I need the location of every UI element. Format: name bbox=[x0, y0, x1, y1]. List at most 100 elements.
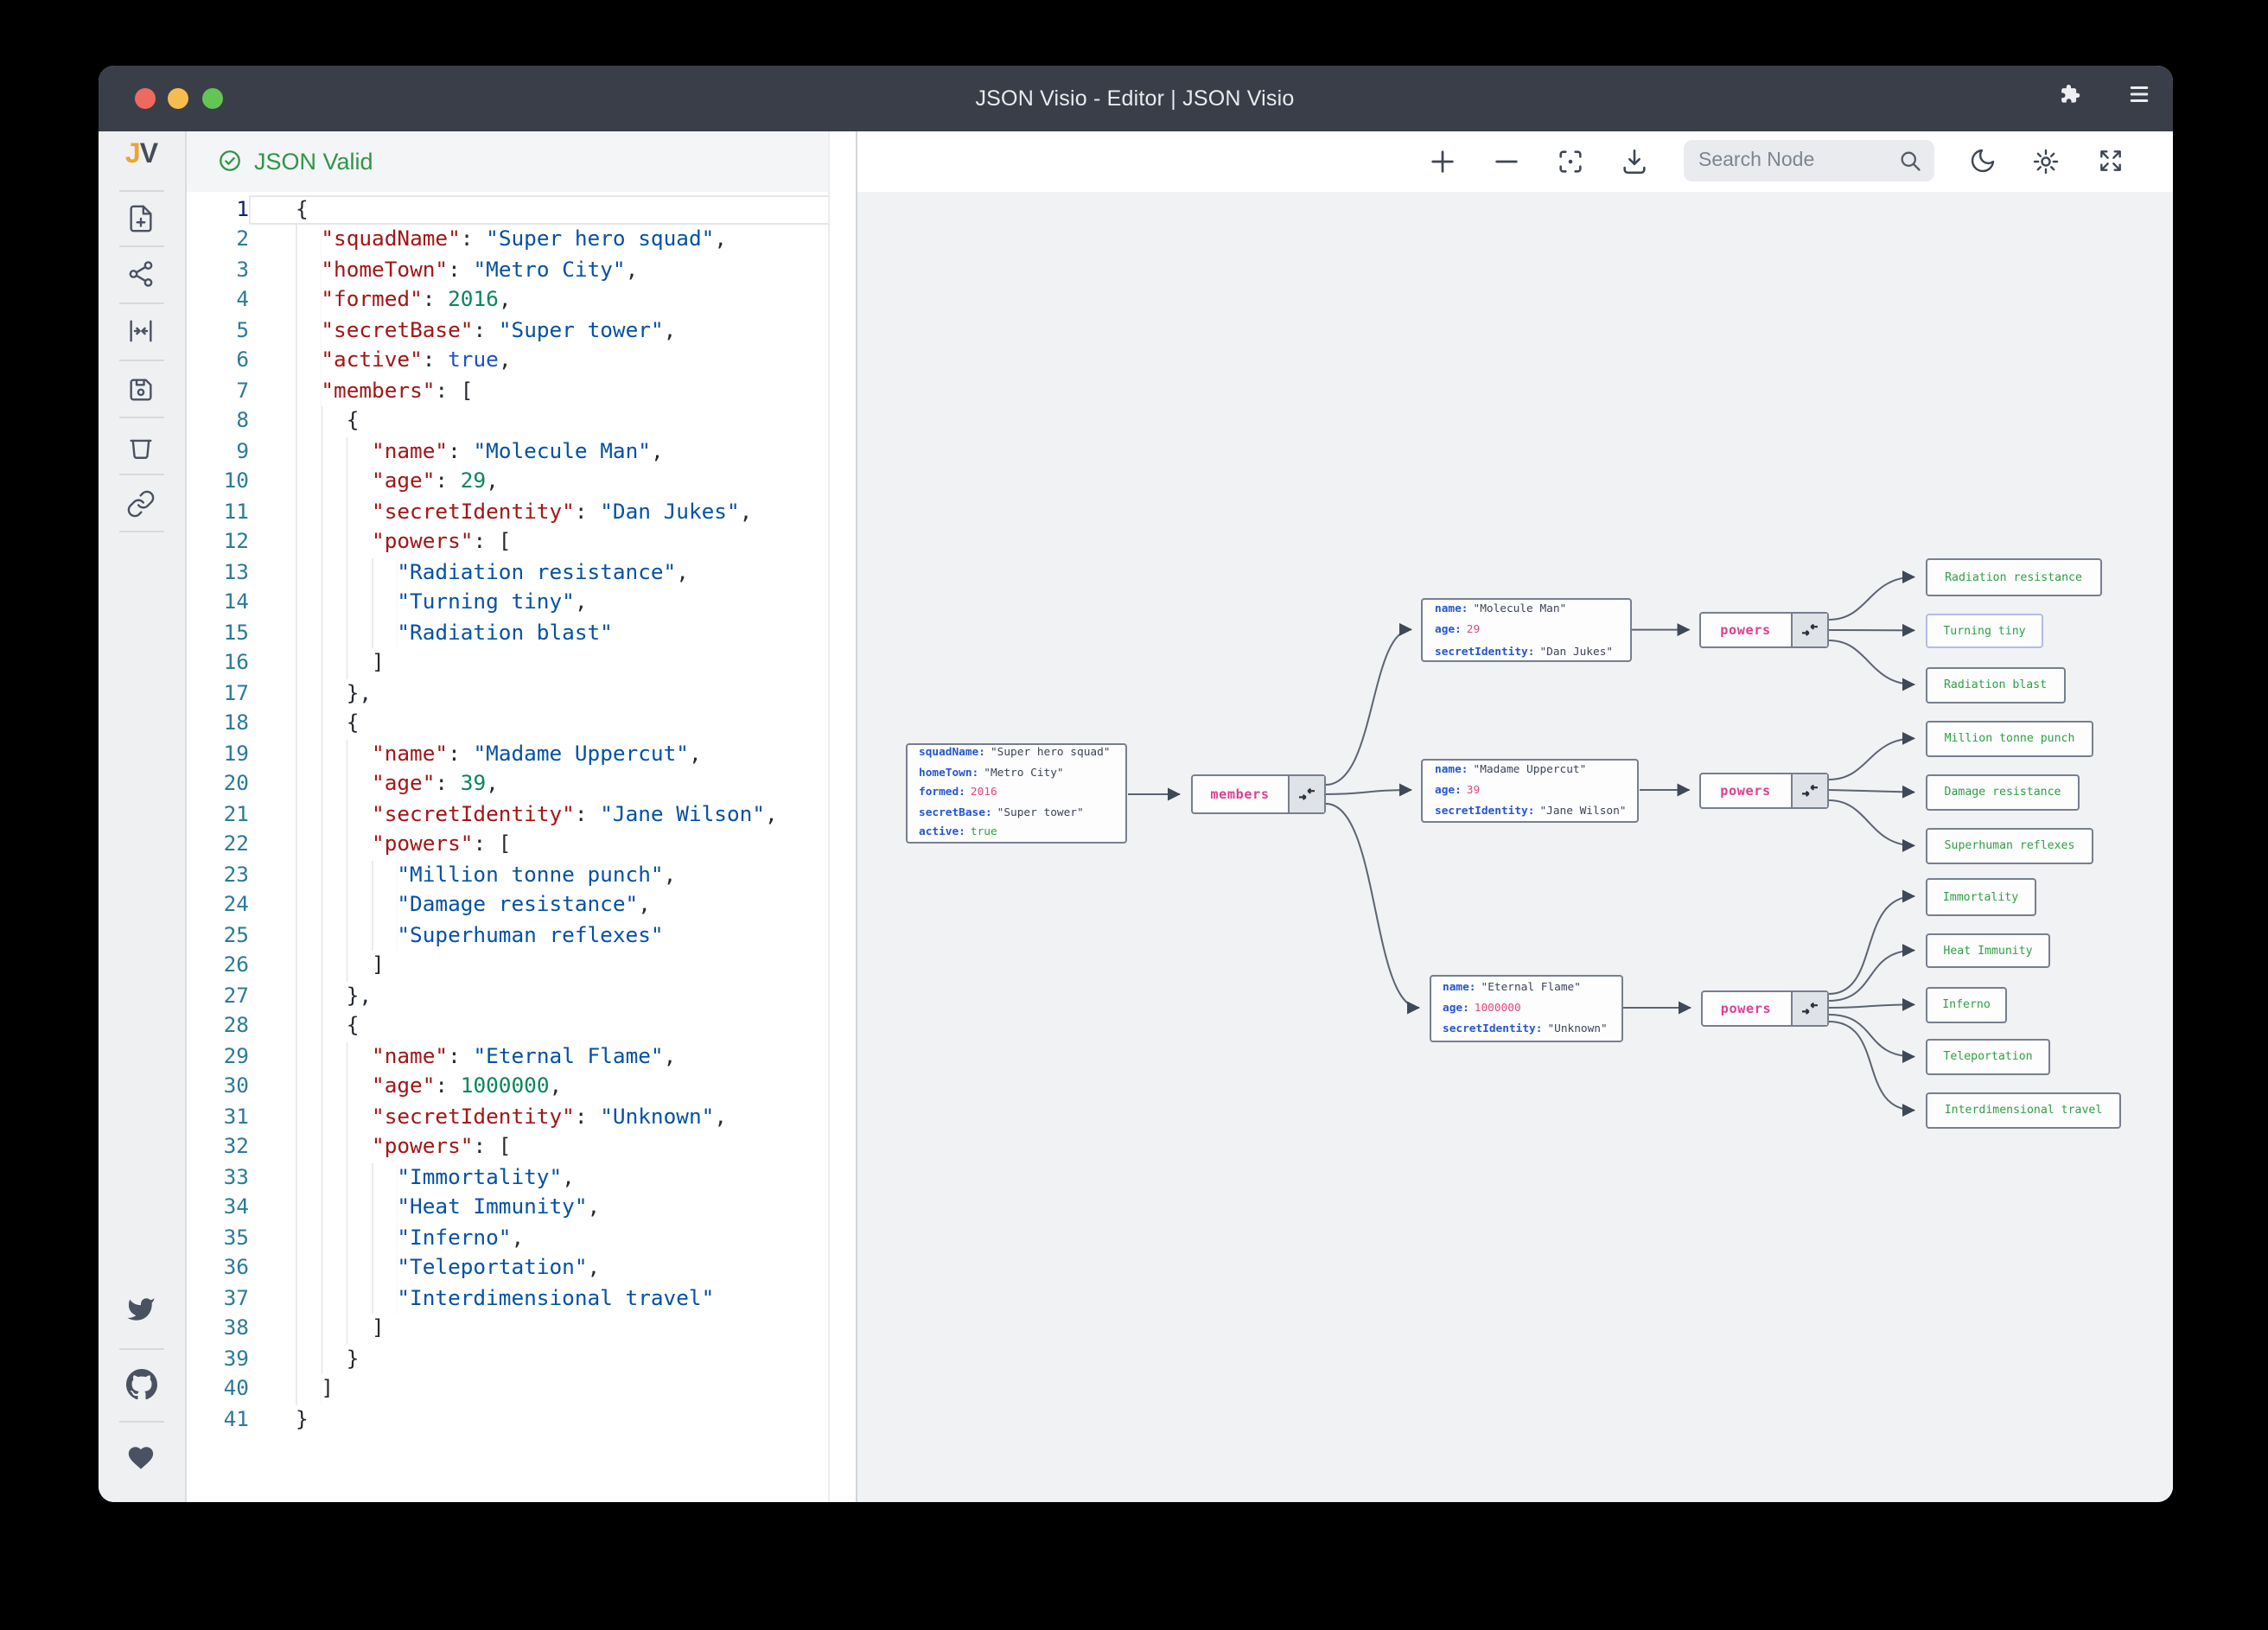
editor-line[interactable]: 4 "formed": 2016, bbox=[187, 285, 830, 315]
graph-node-leaf[interactable]: Superhuman reflexes bbox=[1926, 828, 2093, 863]
editor-line[interactable]: 41} bbox=[187, 1404, 830, 1435]
editor-line[interactable]: 18{ bbox=[187, 709, 830, 739]
editor-line[interactable]: 28{ bbox=[187, 1011, 830, 1041]
graph-node-powers-3[interactable]: powers bbox=[1700, 990, 1828, 1027]
editor-line[interactable]: 11 "secretIdentity": "Dan Jukes", bbox=[187, 497, 830, 527]
save-button[interactable] bbox=[124, 372, 159, 406]
editor-line[interactable]: 10 "age": 29, bbox=[187, 467, 830, 497]
editor-line[interactable]: 2 "squadName": "Super hero squad", bbox=[187, 225, 830, 255]
editor-line[interactable]: 27}, bbox=[187, 981, 830, 1011]
graph-node-leaf[interactable]: Inferno bbox=[1926, 987, 2007, 1022]
fullscreen-button[interactable] bbox=[2094, 146, 2125, 177]
share-link-button[interactable] bbox=[124, 486, 159, 520]
leaf-label: Heat Immunity bbox=[1943, 943, 2033, 958]
editor-line[interactable]: 23 "Million tonne punch", bbox=[187, 860, 830, 890]
graph-node-powers-2[interactable]: powers bbox=[1699, 772, 1828, 808]
graph-node-leaf[interactable]: Interdimensional travel bbox=[1926, 1092, 2121, 1128]
editor-line[interactable]: 34 "Heat Immunity", bbox=[187, 1193, 830, 1223]
editor-line[interactable]: 20 "age": 39, bbox=[187, 769, 830, 799]
download-image-button[interactable] bbox=[1619, 146, 1650, 177]
search-node-input[interactable] bbox=[1683, 150, 1897, 172]
zoom-in-button[interactable] bbox=[1427, 146, 1458, 177]
collapse-node-button[interactable] bbox=[1287, 776, 1323, 812]
node-key: secretIdentity: bbox=[1435, 644, 1535, 659]
extensions-icon[interactable] bbox=[2056, 80, 2082, 115]
editor-line[interactable]: 35 "Inferno", bbox=[187, 1223, 830, 1253]
node-value: "Super hero squad" bbox=[990, 745, 1111, 760]
node-value: "Molecule Man" bbox=[1473, 602, 1567, 616]
graph-node-member-2[interactable]: name: "Madame Uppercut" age: 39 secretIden… bbox=[1421, 759, 1639, 822]
graph-node-leaf-selected[interactable]: Turning tiny bbox=[1926, 613, 2043, 648]
graph-node-leaf[interactable]: Immortality bbox=[1926, 877, 2035, 915]
editor-line[interactable]: 17}, bbox=[187, 678, 830, 709]
editor-line[interactable]: 5 "secretBase": "Super tower", bbox=[187, 315, 830, 346]
dark-mode-toggle[interactable] bbox=[1966, 146, 1997, 177]
minus-icon bbox=[1495, 160, 1518, 162]
browser-menu-icon[interactable] bbox=[2125, 80, 2151, 115]
edge bbox=[1827, 1021, 1914, 1117]
settings-button[interactable] bbox=[2030, 146, 2061, 177]
editor-line[interactable]: 8{ bbox=[187, 406, 830, 436]
editor-line[interactable]: 39} bbox=[187, 1344, 830, 1374]
app-logo[interactable]: JV bbox=[98, 139, 185, 170]
editor-line[interactable]: 25 "Superhuman reflexes" bbox=[187, 920, 830, 951]
editor-line[interactable]: 19 "name": "Madame Uppercut", bbox=[187, 739, 830, 769]
editor-line[interactable]: 24 "Damage resistance", bbox=[187, 890, 830, 920]
editor-line[interactable]: 1{ bbox=[187, 194, 830, 225]
editor-line[interactable]: 12 "powers": [ bbox=[187, 527, 830, 557]
collapse-node-button[interactable] bbox=[1790, 774, 1826, 806]
editor-line[interactable]: 29 "name": "Eternal Flame", bbox=[187, 1041, 830, 1072]
zoom-out-button[interactable] bbox=[1491, 146, 1522, 177]
search-icon[interactable] bbox=[1897, 150, 1921, 174]
editor-line[interactable]: 15 "Radiation blast" bbox=[187, 618, 830, 648]
editor-line[interactable]: 36 "Teleportation", bbox=[187, 1253, 830, 1283]
editor-line[interactable]: 6 "active": true, bbox=[187, 346, 830, 376]
editor-line[interactable]: 7 "members": [ bbox=[187, 376, 830, 406]
new-document-button[interactable] bbox=[124, 201, 159, 235]
editor-line[interactable]: 30 "age": 1000000, bbox=[187, 1072, 830, 1102]
editor-line[interactable]: 31 "secretIdentity": "Unknown", bbox=[187, 1102, 830, 1132]
graph-node-leaf[interactable]: Teleportation bbox=[1926, 1039, 2050, 1074]
graph-node-members[interactable]: members bbox=[1191, 774, 1325, 813]
node-label: powers bbox=[1720, 782, 1771, 798]
node-key: secretIdentity: bbox=[1435, 804, 1535, 818]
editor-line[interactable]: 26] bbox=[187, 951, 830, 981]
graph-node-leaf[interactable]: Heat Immunity bbox=[1926, 933, 2050, 968]
line-number: 11 bbox=[223, 499, 249, 523]
collapse-node-button[interactable] bbox=[1790, 991, 1826, 1025]
editor-line[interactable]: 33 "Immortality", bbox=[187, 1162, 830, 1193]
center-view-button[interactable] bbox=[124, 314, 159, 348]
editor-line[interactable]: 22 "powers": [ bbox=[187, 830, 830, 860]
graph-node-powers-1[interactable]: powers bbox=[1699, 612, 1828, 647]
editor-line[interactable]: 21 "secretIdentity": "Jane Wilson", bbox=[187, 799, 830, 830]
github-link[interactable] bbox=[124, 1367, 159, 1402]
editor-line[interactable]: 3 "homeTown": "Metro City", bbox=[187, 255, 830, 285]
editor-line[interactable]: 14 "Turning tiny", bbox=[187, 588, 830, 618]
graph-node-member-3[interactable]: name: "Eternal Flame" age: 1000000 secretI… bbox=[1429, 974, 1622, 1041]
editor-line[interactable]: 9 "name": "Molecule Man", bbox=[187, 436, 830, 467]
editor-line[interactable]: 37 "Interdimensional travel" bbox=[187, 1283, 830, 1314]
graph-node-root[interactable]: squadName: "Super hero squad" homeTown: "M… bbox=[905, 743, 1127, 844]
editor-code[interactable]: 1{2 "squadName": "Super hero squad", 3 "hom… bbox=[187, 192, 830, 1501]
graph-node-leaf[interactable]: Damage resistance bbox=[1926, 774, 2080, 810]
share-graph-button[interactable] bbox=[124, 257, 159, 291]
editor-line[interactable]: 13 "Radiation resistance", bbox=[187, 557, 830, 588]
line-number: 19 bbox=[223, 741, 249, 765]
graph-node-leaf[interactable]: Million tonne punch bbox=[1926, 721, 2093, 756]
editor-line[interactable]: 16] bbox=[187, 648, 830, 678]
editor-line[interactable]: 32 "powers": [ bbox=[187, 1132, 830, 1162]
link-icon bbox=[128, 489, 155, 517]
sponsor-link[interactable] bbox=[124, 1440, 159, 1474]
collapse-node-button[interactable] bbox=[1790, 614, 1826, 646]
graph-node-member-1[interactable]: name: "Molecule Man" age: 29 secretIdentit… bbox=[1421, 598, 1631, 662]
graph-canvas[interactable]: squadName: "Super hero squad" homeTown: "M… bbox=[857, 192, 2172, 1501]
editor-line[interactable]: 40] bbox=[187, 1374, 830, 1404]
editor-line[interactable]: 38] bbox=[187, 1314, 830, 1344]
editor-scrollbar[interactable] bbox=[828, 131, 855, 1501]
clear-button[interactable] bbox=[124, 429, 159, 463]
fit-view-button[interactable] bbox=[1555, 146, 1586, 177]
graph-node-leaf[interactable]: Radiation blast bbox=[1926, 667, 2065, 703]
leaf-label: Radiation blast bbox=[1943, 678, 2048, 692]
twitter-link[interactable] bbox=[124, 1292, 159, 1327]
graph-node-leaf[interactable]: Radiation resistance bbox=[1926, 558, 2101, 595]
